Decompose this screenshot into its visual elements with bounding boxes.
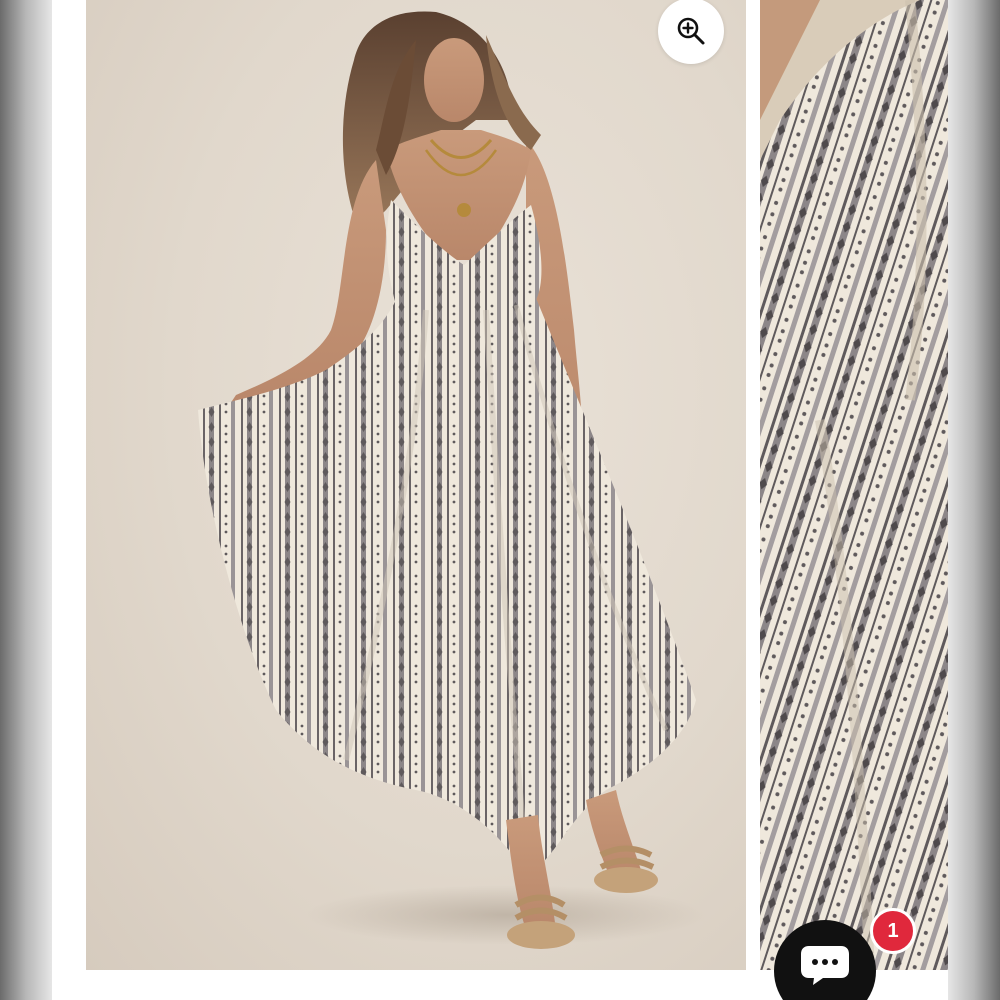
dress-photo-illustration <box>198 11 706 949</box>
product-photo-main[interactable] <box>86 0 746 970</box>
chat-bubble-icon <box>801 946 849 985</box>
notification-badge: 1 <box>870 908 916 954</box>
image-carousel[interactable] <box>86 0 948 970</box>
left-backdrop <box>0 0 52 1000</box>
product-photo-detail[interactable] <box>760 0 948 970</box>
zoom-button[interactable] <box>658 0 724 64</box>
right-backdrop <box>948 0 1000 1000</box>
fabric-detail-illustration <box>760 0 948 970</box>
listing-page: 1 <box>52 0 948 1000</box>
zoom-in-icon <box>677 17 705 45</box>
